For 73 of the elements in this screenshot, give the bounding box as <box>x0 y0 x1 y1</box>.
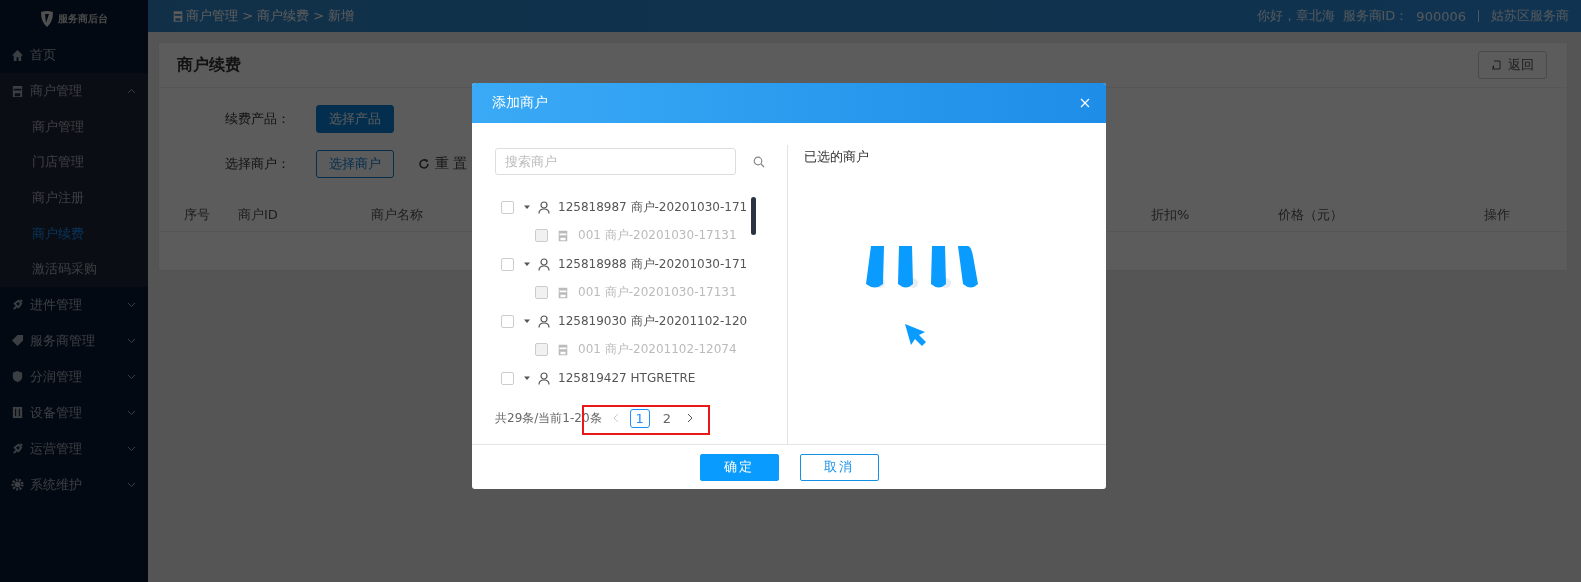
caret-icon[interactable] <box>524 204 530 211</box>
chevron-down-icon <box>127 337 136 344</box>
select-button[interactable]: 选择产品 <box>316 105 394 133</box>
logo-text: 服务商后台 <box>58 11 108 26</box>
caret-icon[interactable] <box>524 261 530 268</box>
search-icon[interactable] <box>753 155 765 168</box>
chevron-down-icon <box>127 481 136 488</box>
person-icon <box>538 200 550 214</box>
checkbox[interactable] <box>501 200 514 214</box>
storefront-icon <box>557 343 569 356</box>
merchant-name: 125819030 商户-20201102-120 <box>558 312 749 330</box>
close-button[interactable] <box>1080 98 1090 108</box>
store-name: 001 商户-20201030-17131 <box>578 284 738 302</box>
chevron-left-icon <box>612 413 619 423</box>
store-name: 001 商户-20201102-12074 <box>578 341 738 359</box>
person-icon <box>538 371 550 385</box>
storefront-icon <box>11 84 24 98</box>
cancel-button[interactable]: 取消 <box>799 453 879 481</box>
selected-merchants-title: 已选的商户 <box>804 149 869 164</box>
reset-button[interactable]: 重 置 <box>412 154 474 174</box>
page-button[interactable]: 1 <box>629 409 650 428</box>
plug-icon <box>11 298 24 312</box>
logo-icon <box>40 9 54 28</box>
storefront-icon <box>557 286 569 299</box>
page-button[interactable]: 2 <box>657 410 677 427</box>
column-header: 折扣% <box>1151 206 1190 224</box>
provider-id: 900006 <box>1416 8 1466 24</box>
plug-icon <box>11 442 24 456</box>
region-name: 姑苏区服务商 <box>1491 7 1569 25</box>
confirm-button[interactable]: 确定 <box>699 453 779 481</box>
return-icon <box>1491 60 1502 70</box>
merchant-name: 125818988 商户-20201030-171 <box>558 255 749 273</box>
column-header: 商户名称 <box>371 206 423 224</box>
caret-icon[interactable] <box>524 375 530 382</box>
breadcrumb: 商户管理 > 商户续费 > 新增 <box>186 7 355 25</box>
home-icon <box>11 48 24 62</box>
chevron-down-icon <box>127 445 136 452</box>
refresh-icon <box>418 158 430 170</box>
tag-icon <box>11 334 24 348</box>
sliders-icon <box>11 406 24 420</box>
gear-icon <box>11 478 24 492</box>
close-icon <box>1080 98 1090 108</box>
page-title: 商户续费 <box>177 54 241 76</box>
merchant-name: 125819427 HTGRETRE <box>558 371 697 386</box>
checkbox[interactable] <box>501 314 514 328</box>
form-label: 选择商户： <box>225 155 291 173</box>
storefront-icon <box>557 229 569 242</box>
chevron-right-icon <box>687 413 694 423</box>
checkbox[interactable] <box>501 257 514 271</box>
caret-icon[interactable] <box>524 318 530 325</box>
storefront-icon <box>172 9 184 23</box>
checkbox[interactable] <box>501 371 514 385</box>
search-field[interactable]: 搜索商户 <box>495 148 736 175</box>
chevron-down-icon <box>127 373 136 380</box>
chevron-up-icon <box>127 88 136 94</box>
merchant-name: 125818987 商户-20201030-171 <box>558 198 749 216</box>
shield-icon <box>11 370 24 384</box>
back-button[interactable]: 返回 <box>1478 51 1547 79</box>
select-button[interactable]: 选择商户 <box>316 150 394 178</box>
column-header: 序号 <box>184 206 210 224</box>
dialog-title: 添加商户 <box>492 94 548 112</box>
store-name: 001 商户-20201030-17131 <box>578 227 738 245</box>
submenu-item[interactable]: 商户续费 <box>0 215 148 252</box>
column-header: 商户ID <box>238 206 278 224</box>
person-icon <box>538 314 550 328</box>
column-header: 价格（元） <box>1278 206 1343 224</box>
chevron-down-icon <box>127 409 136 416</box>
chevron-down-icon <box>127 301 136 308</box>
scrollbar-thumb[interactable] <box>751 197 756 235</box>
form-label: 续费产品： <box>225 110 291 128</box>
person-icon <box>538 257 550 271</box>
provider-id-label: 服务商ID： <box>1342 7 1409 25</box>
greeting-text: 你好，章北海 <box>1256 7 1335 25</box>
